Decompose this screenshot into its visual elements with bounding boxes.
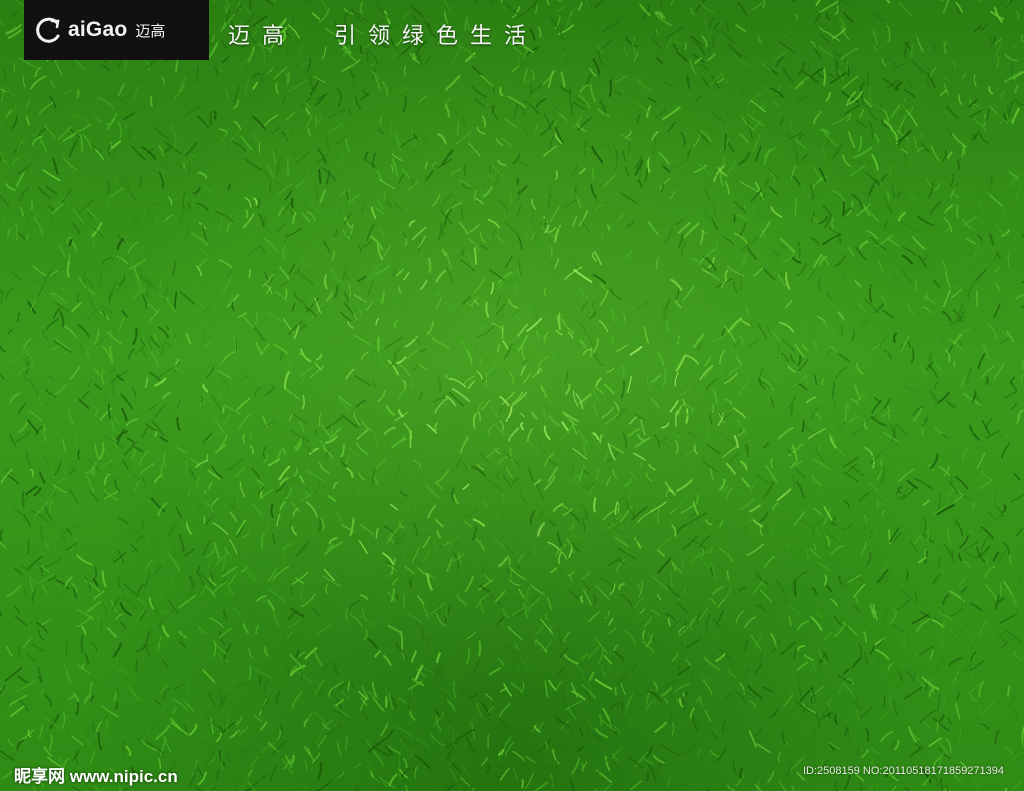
- image-id-watermark: ID:2508159 NO:20110518171859271394: [802, 765, 1004, 777]
- logo-text: aiGao: [68, 18, 128, 41]
- brand-logo: aiGao 迈高: [24, 0, 209, 60]
- logo-chinese-text: 迈高: [135, 21, 166, 40]
- grass-image: aiGao 迈高 迈高 引领绿色生活 昵享网 www.nipic.cn ID:2…: [0, 0, 1024, 791]
- grass-texture: [0, 0, 1024, 791]
- logo-swirl-icon: [36, 17, 60, 43]
- site-watermark: 昵享网 www.nipic.cn: [14, 767, 178, 786]
- slogan: 迈高 引领绿色生活: [228, 24, 538, 49]
